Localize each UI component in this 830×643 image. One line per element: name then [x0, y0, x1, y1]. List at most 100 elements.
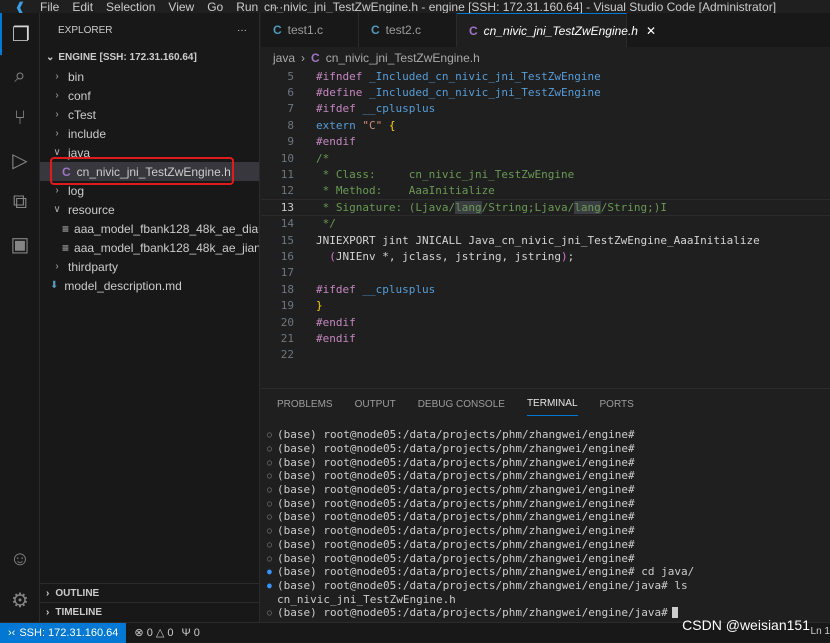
menu-item[interactable]: Selection [106, 0, 155, 14]
code-token: * Signature: (Ljava/ [316, 200, 456, 214]
code-token: ) [561, 249, 568, 263]
code-token: #ifndef [316, 69, 369, 83]
terminal-text: (base) root@node05:/data/projects/phm/zh… [277, 483, 635, 497]
tree-item[interactable]: › cTest [40, 105, 259, 124]
code-line: 16 (JNIEnv *, jclass, jstring, jstring); [261, 248, 830, 264]
code-token: extern [316, 118, 363, 132]
tree-item[interactable]: › conf [40, 86, 259, 105]
ports-indicator[interactable]: Ψ 0 [182, 627, 200, 639]
breadcrumb-folder[interactable]: java [273, 51, 295, 65]
code-text: */ [298, 217, 336, 230]
code-token: */ [316, 217, 336, 231]
tree-item[interactable]: › thirdparty [40, 257, 259, 276]
code-token: #endif [316, 135, 356, 149]
code-token: #ifdef [316, 102, 363, 116]
code-text: #ifndef _Included_cn_nivic_jni_TestZwEng… [298, 70, 601, 83]
code-token: JNIEnv *, jclass, jstring, jstring [335, 249, 562, 263]
code-text: #endif [298, 332, 356, 345]
source-control-icon[interactable]: ⑂ [0, 97, 40, 139]
command-decoration-icon: ○ [267, 498, 272, 508]
tree-item[interactable]: › include [40, 124, 259, 143]
code-token: #endif [316, 331, 356, 345]
timeline-section[interactable]: › TIMELINE [40, 602, 260, 621]
code-token: /String;)I [600, 200, 668, 214]
ports-count: 0 [193, 626, 200, 639]
run-debug-icon[interactable]: ▷ [0, 139, 40, 181]
tree-item[interactable]: ≡ aaa_model_fbank128_48k_ae_dianji... [40, 219, 259, 238]
command-decoration-icon: ○ [267, 553, 272, 563]
menu-item[interactable]: View [168, 0, 194, 14]
tree-item[interactable]: › bin [40, 67, 259, 86]
command-decoration-icon: ○ [267, 457, 272, 467]
tab-test2-c[interactable]: Ctest2.c [359, 13, 457, 47]
remote-label: SSH: 172.31.160.64 [19, 626, 119, 639]
code-token: #ifdef [316, 282, 363, 296]
line-number: 10 [280, 151, 294, 165]
outline-section[interactable]: › OUTLINE [40, 583, 260, 602]
line-number: 16 [280, 249, 294, 263]
vscode-logo-icon: ❰ [14, 0, 26, 14]
terminal-line: cn_nivic_jni_TestZwEngine.h [267, 592, 830, 606]
chevron-right-icon: › [55, 185, 59, 196]
account-icon[interactable]: ☺ [0, 538, 40, 580]
warning-icon: △ [155, 627, 165, 639]
tree-item[interactable]: ≡ aaa_model_fbank128_48k_ae_jians... [40, 238, 259, 257]
tree-item[interactable]: ⬇ model_description.md [40, 276, 259, 295]
code-token: ; [567, 249, 575, 263]
close-icon[interactable]: ✕ [646, 24, 656, 38]
line-number: 9 [287, 135, 294, 149]
terminal-line: ○ (base) root@node05:/data/projects/phm/z… [267, 510, 830, 524]
watermark: CSDN @weisian151 [682, 617, 810, 633]
tree-item-label: log [68, 183, 85, 198]
code-text: (JNIEnv *, jclass, jstring, jstring); [298, 250, 574, 263]
workspace-root[interactable]: ⌄ ENGINE [SSH: 172.31.160.64] [40, 47, 259, 67]
code-token: /* [316, 151, 330, 165]
menu-item[interactable]: File [40, 0, 59, 14]
panel-tab-debug-console[interactable]: DEBUG CONSOLE [418, 393, 505, 416]
code-text: #ifdef __cplusplus [298, 283, 435, 296]
extensions-icon[interactable]: ⧉ [0, 181, 40, 223]
tree-item[interactable]: ∨ resource [40, 200, 259, 219]
command-decoration-icon: ○ [267, 539, 272, 549]
panel-tab-output[interactable]: OUTPUT [355, 393, 396, 416]
code-line: 18 #ifdef __cplusplus [261, 281, 830, 297]
code-line: 13 * Signature: (Ljava/lang/String;Ljava… [261, 199, 830, 216]
remote-explorer-icon[interactable]: ▣ [0, 223, 40, 265]
broadcast-icon: Ψ [181, 626, 191, 639]
panel-tab-terminal[interactable]: TERMINAL [526, 392, 578, 416]
menu-item[interactable]: Edit [72, 0, 93, 14]
panel-tab-problems[interactable]: PROBLEMS [277, 393, 333, 416]
code-editor[interactable]: 5 #ifndef _Included_cn_nivic_jni_TestZwEn… [261, 68, 830, 388]
markdown-file-icon: ⬇ [50, 280, 59, 291]
settings-gear-icon[interactable]: ⚙ [0, 579, 40, 621]
line-number: 5 [287, 69, 294, 83]
window-title: cn_nivic_jni_TestZwEngine.h - engine [SS… [263, 0, 777, 14]
problems-indicator[interactable]: ⊗ 0 △ 0 [134, 626, 173, 639]
tree-item-label: thirdparty [68, 259, 119, 274]
cursor-position[interactable]: Ln 1 [811, 626, 830, 637]
terminal-text: (base) root@node05:/data/projects/phm/zh… [277, 565, 695, 579]
line-number: 6 [287, 86, 294, 100]
more-actions-button[interactable]: ··· [237, 25, 247, 36]
code-text: } [298, 299, 323, 312]
explorer-title: EXPLORER [58, 24, 113, 36]
line-number: 15 [280, 233, 294, 247]
panel-tab-ports[interactable]: PORTS [600, 393, 634, 416]
tab-cn_nivic_jni_TestZwEngine-h[interactable]: Ccn_nivic_jni_TestZwEngine.h ✕ [457, 13, 656, 47]
code-line: 20 #endif [261, 314, 830, 330]
terminal[interactable]: ○ (base) root@node05:/data/projects/phm/z… [261, 419, 830, 620]
title-bar: ❰ File Edit Selection View Go Run ··· cn_nivic… [0, 0, 830, 14]
terminal-text: (base) root@node05:/data/projects/phm/zh… [277, 428, 635, 442]
code-text: #ifdef __cplusplus [298, 102, 435, 115]
breadcrumb-file[interactable]: cn_nivic_jni_TestZwEngine.h [326, 51, 480, 65]
remote-indicator[interactable]: ›‹ SSH: 172.31.160.64 [0, 622, 127, 643]
code-token: lang [574, 200, 601, 214]
line-number: 20 [280, 315, 294, 329]
command-decoration-icon: ○ [267, 444, 272, 454]
code-token: /String;Ljava/ [481, 200, 575, 214]
files-icon[interactable]: ❐ [0, 13, 40, 55]
tab-test1-c[interactable]: Ctest1.c [261, 13, 359, 47]
tab-label: test1.c [287, 23, 324, 37]
search-icon[interactable]: ⌕ [0, 55, 40, 97]
